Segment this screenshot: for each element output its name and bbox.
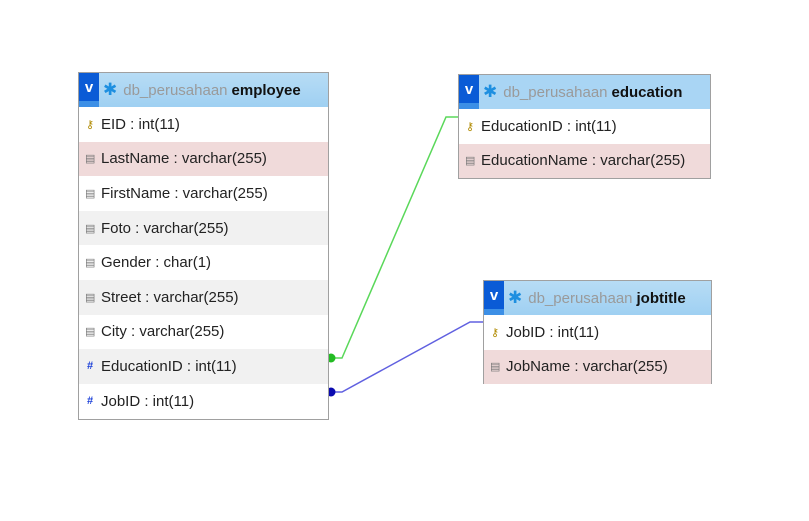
column-row[interactable]: ▤ City : varchar(255) (79, 315, 328, 350)
table-jobtitle[interactable]: v ✱ db_perusahaan jobtitle ⚷ JobID : int(… (483, 280, 712, 385)
column-label: EducationName : varchar(255) (481, 152, 686, 170)
toggle-button[interactable]: v (459, 75, 479, 109)
column-row[interactable]: ▤ LastName : varchar(255) (79, 141, 328, 177)
toggle-button[interactable]: v (484, 281, 504, 315)
column-row[interactable]: ▤ Gender : char(1) (79, 245, 328, 280)
gear-icon[interactable]: ✱ (483, 82, 497, 102)
column-label: Street : varchar(255) (101, 288, 239, 306)
column-row[interactable]: ▤ Street : varchar(255) (79, 279, 328, 315)
column-row[interactable]: ⚷ JobID : int(11) (484, 315, 711, 350)
table-name: jobtitle (636, 289, 686, 307)
table-education[interactable]: v ✱ db_perusahaan education ⚷ EducationID… (458, 74, 711, 179)
column-icon: ▤ (465, 155, 476, 168)
table-name: education (611, 83, 683, 101)
toggle-button[interactable]: v (79, 73, 99, 107)
column-icon: ▤ (490, 361, 501, 374)
key-icon: ⚷ (490, 326, 500, 339)
column-row[interactable]: ⚷ EID : int(11) (79, 107, 328, 142)
column-row[interactable]: # JobID : int(11) (79, 384, 328, 419)
relation-education-line[interactable] (332, 116, 458, 359)
table-name: employee (231, 81, 301, 99)
relation-jobtitle-line[interactable] (332, 321, 483, 393)
hash-icon: # (86, 360, 94, 373)
column-icon: ▤ (85, 187, 96, 200)
column-row[interactable]: ▤ JobName : varchar(255) (484, 349, 711, 385)
column-label: FirstName : varchar(255) (101, 184, 268, 202)
column-label: Gender : char(1) (101, 254, 212, 272)
column-row[interactable]: ▤ FirstName : varchar(255) (79, 176, 328, 211)
column-row[interactable]: ▤ EducationName : varchar(255) (459, 143, 710, 179)
table-header[interactable]: v ✱ db_perusahaan education (459, 75, 710, 109)
db-name: db_perusahaan (528, 289, 633, 307)
gear-icon[interactable]: ✱ (508, 288, 522, 308)
column-label: EducationID : int(11) (101, 357, 237, 375)
column-label: JobID : int(11) (506, 323, 600, 341)
db-name: db_perusahaan (503, 83, 608, 101)
column-row[interactable]: # EducationID : int(11) (79, 349, 328, 384)
table-header[interactable]: v ✱ db_perusahaan jobtitle (484, 281, 711, 315)
db-name: db_perusahaan (123, 81, 228, 99)
column-label: EID : int(11) (101, 115, 180, 133)
column-icon: ▤ (85, 257, 96, 270)
column-icon: ▤ (85, 222, 96, 235)
key-icon: ⚷ (85, 118, 95, 131)
column-row[interactable]: ⚷ EducationID : int(11) (459, 109, 710, 144)
column-icon: ▤ (85, 291, 96, 304)
gear-icon[interactable]: ✱ (103, 80, 117, 100)
key-icon: ⚷ (465, 120, 475, 133)
column-label: EducationID : int(11) (481, 117, 617, 135)
column-icon: ▤ (85, 326, 96, 339)
column-label: Foto : varchar(255) (101, 219, 229, 237)
column-label: City : varchar(255) (101, 323, 225, 341)
table-employee[interactable]: v ✱ db_perusahaan employee ⚷ EID : int(11… (78, 72, 329, 420)
column-label: JobID : int(11) (101, 392, 195, 410)
column-row[interactable]: ▤ Foto : varchar(255) (79, 210, 328, 246)
table-header[interactable]: v ✱ db_perusahaan employee (79, 73, 328, 107)
column-icon: ▤ (85, 153, 96, 166)
column-label: LastName : varchar(255) (101, 150, 267, 168)
column-label: JobName : varchar(255) (506, 358, 668, 376)
hash-icon: # (86, 395, 94, 408)
